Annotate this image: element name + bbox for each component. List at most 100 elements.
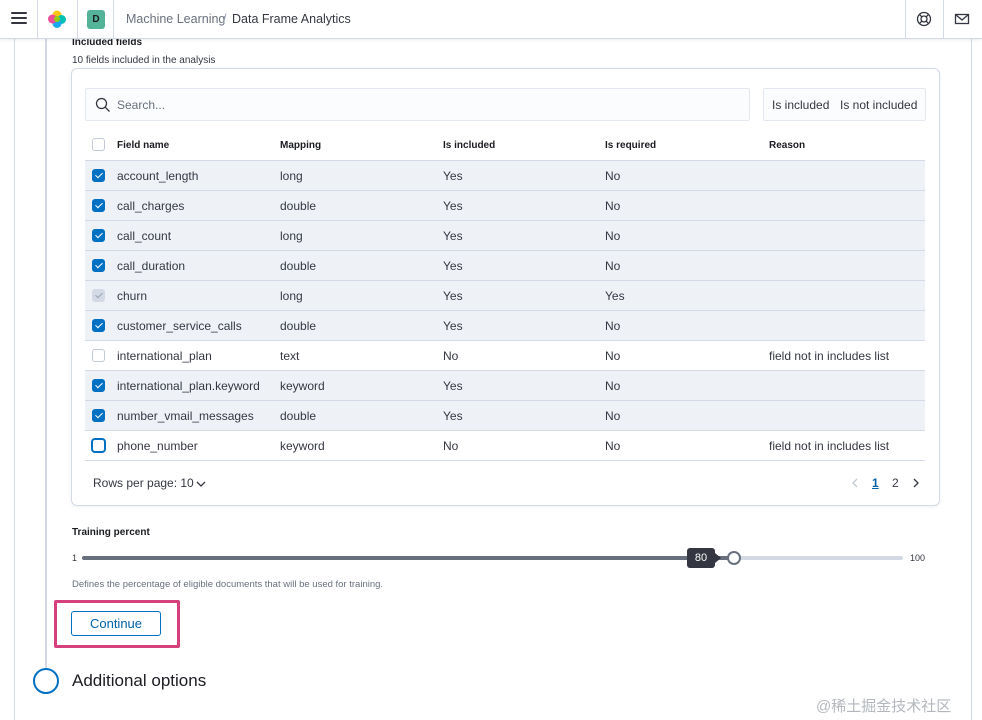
header-divider [905,0,906,39]
chevron-right-icon[interactable] [912,478,920,488]
table-row[interactable]: international_plan text No No field not … [85,341,925,371]
row-checkbox[interactable] [92,439,105,452]
cell-field-name: account_length [117,169,199,183]
row-checkbox[interactable] [92,319,105,332]
row-checkbox[interactable] [92,169,105,182]
chevron-left-icon[interactable] [851,478,859,488]
table-row[interactable]: call_duration double Yes No [85,251,925,281]
cell-reason: field not in includes list [769,349,890,363]
page-border-right [971,39,972,720]
continue-button[interactable]: Continue [71,611,161,636]
cell-field-name: call_count [117,229,172,243]
cell-mapping: double [280,199,317,213]
select-all-checkbox[interactable] [92,138,105,151]
table-row[interactable]: international_plan.keyword keyword Yes N… [85,371,925,401]
training-percent-slider-fill [82,556,731,560]
breadcrumb-data-frame-analytics: Data Frame Analytics [232,12,351,26]
breadcrumb-machine-learning[interactable]: Machine Learning [126,12,225,27]
cell-is-included: Yes [443,409,463,423]
elastic-logo-icon[interactable] [47,9,67,29]
cell-is-required: No [605,169,621,183]
column-header-is-included[interactable]: Is included [443,140,495,151]
header-divider [37,0,38,39]
table-header-row: Field name Mapping Is included Is requir… [85,130,925,161]
cell-is-required: No [605,349,621,363]
row-checkbox[interactable] [92,229,105,242]
included-fields-count: 10 fields included in the analysis [72,55,216,66]
row-checkbox[interactable] [92,409,105,422]
search-icon [95,97,110,112]
column-header-is-required[interactable]: Is required [605,140,656,151]
page-1-link[interactable]: 1 [872,476,879,490]
cell-field-name: churn [117,289,148,303]
cell-is-required: No [605,229,621,243]
cell-is-included: Yes [443,289,463,303]
cell-field-name: number_vmail_messages [117,409,254,423]
row-checkbox[interactable] [92,199,105,212]
table-row[interactable]: call_charges double Yes No [85,191,925,221]
row-checkbox-disabled [92,289,105,302]
slider-value-tooltip: 80 [687,548,721,568]
cell-is-required: No [605,379,621,393]
chevron-down-icon[interactable] [196,480,206,488]
cell-is-required: No [605,259,621,273]
watermark: @稀土掘金技术社区 [816,698,952,715]
table-row[interactable]: phone_number keyword No No field not in … [85,431,925,461]
filter-is-not-included-button[interactable]: Is not included [840,98,917,112]
cell-is-included: No [443,439,459,453]
table-row[interactable]: call_count long Yes No [85,221,925,251]
mail-icon[interactable] [954,11,970,27]
column-header-reason[interactable]: Reason [769,140,805,151]
cell-field-name: international_plan [117,349,212,363]
cell-mapping: long [280,289,303,303]
additional-options-title: Additional options [72,671,207,690]
top-header: D Machine Learning / Data Frame Analytic… [0,0,982,39]
inclusion-filter-group: Is included Is not included [763,88,926,121]
cell-is-included: Yes [443,229,463,243]
range-min-label: 1 [72,553,78,563]
cell-mapping: double [280,409,317,423]
help-icon[interactable] [916,11,932,27]
table-row[interactable]: customer_service_calls double Yes No [85,311,925,341]
breadcrumb-separator: / [223,12,227,26]
filter-is-included-button[interactable]: Is included [772,98,829,112]
row-checkbox[interactable] [92,379,105,392]
page-border-left [14,39,15,720]
cell-is-required: No [605,319,621,333]
training-percent-label: Training percent [72,527,150,538]
rows-per-page-button[interactable]: Rows per page: 10 [93,476,194,490]
table-row[interactable]: account_length long Yes No [85,161,925,191]
column-header-mapping[interactable]: Mapping [280,140,321,151]
cell-is-included: Yes [443,259,463,273]
cell-is-included: Yes [443,319,463,333]
cell-is-required: Yes [605,289,625,303]
search-input[interactable] [117,90,737,119]
table-row[interactable]: churn long Yes Yes [85,281,925,311]
row-checkbox[interactable] [92,259,105,272]
table-row[interactable]: number_vmail_messages double Yes No [85,401,925,431]
training-percent-slider-thumb[interactable] [727,551,741,565]
cell-mapping: text [280,349,300,363]
training-percent-helptext: Defines the percentage of eligible docum… [72,579,384,590]
cell-is-included: Yes [443,379,463,393]
cell-field-name: international_plan.keyword [117,379,260,393]
cell-is-required: No [605,409,621,423]
cell-is-included: Yes [443,169,463,183]
cell-mapping: long [280,229,303,243]
menu-icon[interactable] [11,12,27,26]
cell-is-included: Yes [443,199,463,213]
step-connector-line [45,39,47,669]
cell-field-name: phone_number [117,439,198,453]
cell-reason: field not in includes list [769,439,890,453]
column-header-field-name[interactable]: Field name [117,140,169,151]
cell-mapping: long [280,169,303,183]
page-2-link[interactable]: 2 [892,476,899,490]
row-checkbox[interactable] [92,349,105,362]
space-avatar[interactable]: D [87,10,105,29]
header-divider [113,0,114,39]
range-max-label: 100 [910,553,926,563]
step-indicator [33,668,59,694]
cell-field-name: call_charges [117,199,185,213]
search-box [85,88,750,121]
cell-is-included: No [443,349,459,363]
